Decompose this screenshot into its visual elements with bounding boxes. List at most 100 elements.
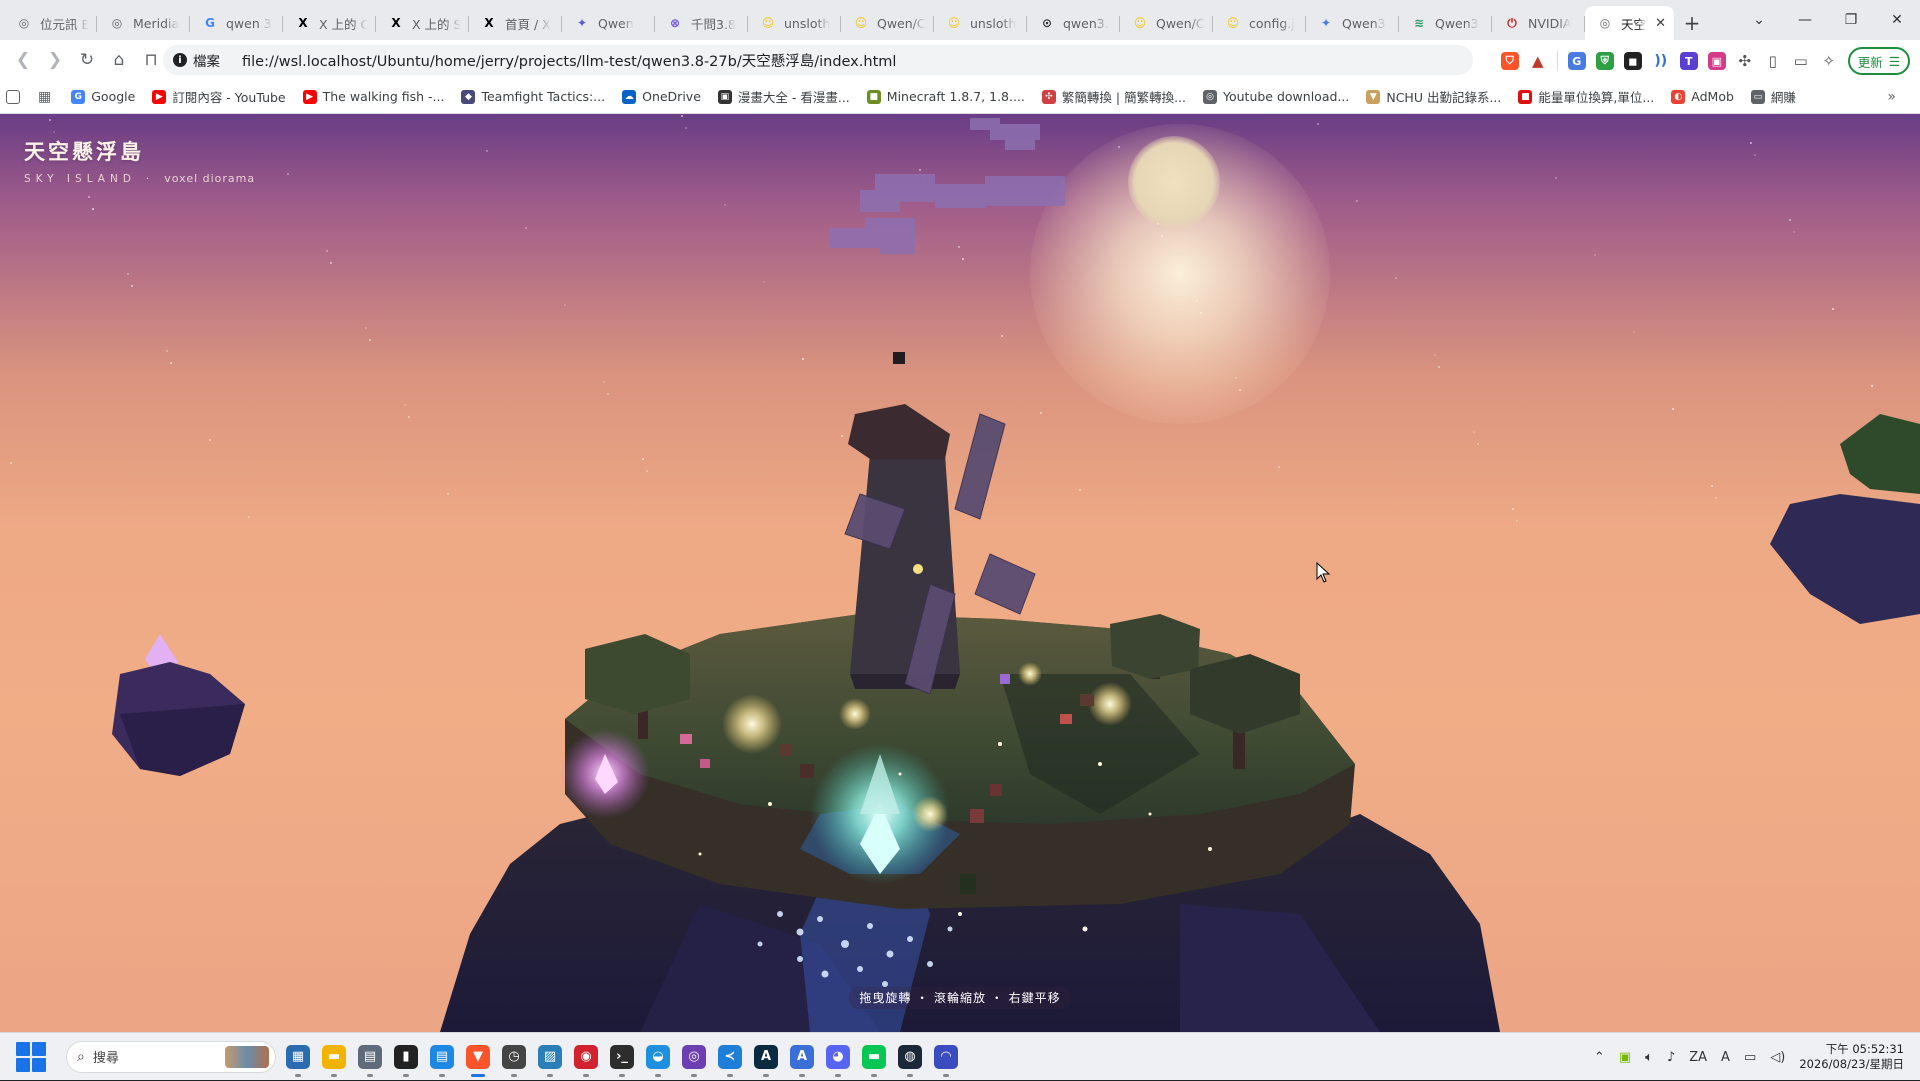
nvidia-icon[interactable]: ▣ <box>1619 1050 1631 1065</box>
language-icon[interactable]: A <box>1721 1050 1730 1065</box>
unreal-app-icon[interactable]: A <box>754 1044 778 1077</box>
clock-app-icon[interactable]: ◷ <box>502 1044 526 1077</box>
sidebar-icon[interactable]: ▯ <box>1764 52 1782 70</box>
chevron-up-icon[interactable]: ⌃ <box>1594 1050 1605 1065</box>
bookmark-item[interactable]: ◆ Teamfight Tactics:... <box>461 89 605 104</box>
bookmark-label: NCHU 出勤記錄系... <box>1386 90 1502 105</box>
start-button[interactable] <box>16 1041 46 1072</box>
tab-0[interactable]: ◎ 位元訊 E <box>4 6 97 40</box>
file-explorer-app-icon[interactable]: ▬ <box>322 1044 346 1077</box>
clock[interactable]: 下午 05:52:31 2026/08/23/星期日 <box>1799 1042 1904 1072</box>
back-button[interactable]: ❮ <box>8 45 38 75</box>
headset-app-icon[interactable]: ◠ <box>934 1044 958 1077</box>
adblock-icon[interactable]: ⛨ <box>1595 52 1614 70</box>
brave-shield-icon[interactable]: ⛉ <box>1500 52 1519 70</box>
arc-app-icon[interactable]: A <box>790 1044 814 1077</box>
page-viewport[interactable]: 天空懸浮島 SKY ISLAND · voxel diorama 拖曳旋轉 ・ 滾輪… <box>0 114 1920 1032</box>
tab-13[interactable]: ☺ config.j <box>1213 6 1306 40</box>
tab-1[interactable]: ◎ Meridia <box>97 6 190 40</box>
vscode-app-icon[interactable]: ≺ <box>718 1044 742 1077</box>
video-app-icon[interactable]: ▮ <box>394 1044 418 1077</box>
network-icon[interactable]: ▭ <box>1744 1050 1756 1065</box>
sidebar-toggle-icon[interactable] <box>6 89 26 104</box>
bookmark-item[interactable]: ▭ 網賺 <box>1750 87 1796 106</box>
notes-app-icon[interactable]: ▤ <box>430 1044 454 1077</box>
bookmark-item[interactable]: ◐ AdMob <box>1671 89 1734 104</box>
bookmark-item[interactable]: ☁ OneDrive <box>622 89 701 104</box>
brave-browser-app-icon[interactable]: ▼ <box>466 1044 490 1077</box>
ime-icon[interactable]: ZA <box>1689 1050 1707 1065</box>
tab-7[interactable]: ⊗ 千問3.8 <box>655 6 748 40</box>
tab-title: Qwen <box>598 15 634 31</box>
terminal-app-icon[interactable]: ›_ <box>610 1044 634 1077</box>
taskbar-search[interactable]: ⌕ 搜尋 <box>66 1040 276 1073</box>
tab-10[interactable]: ☺ unsloth <box>934 6 1027 40</box>
more-bookmarks-icon[interactable]: » <box>1887 89 1896 105</box>
discord-app-icon[interactable]: ◕ <box>826 1044 850 1077</box>
bookmark-item[interactable]: ■ Minecraft 1.8.7, 1.8.... <box>866 89 1025 104</box>
leo-ai-icon[interactable]: ✧ <box>1820 52 1838 70</box>
bookmark-item[interactable]: G Google <box>71 89 135 104</box>
bookmark-item[interactable]: ▣ 漫畫大全 - 看漫畫... <box>717 87 850 106</box>
bookmark-icon[interactable]: ⊓ <box>136 45 166 75</box>
tab-9[interactable]: ☺ Qwen/C <box>841 6 934 40</box>
huggingface-icon: ☺ <box>947 16 961 30</box>
home-icon[interactable]: ⌂ <box>104 45 134 75</box>
edge-app-icon[interactable]: ◒ <box>646 1044 670 1077</box>
bookmark-label: Teamfight Tactics:... <box>481 89 606 104</box>
tab-4[interactable]: X X 上的 S <box>376 6 469 40</box>
address-bar[interactable]: i 檔案 file://wsl.localhost/Ubuntu/home/je… <box>163 45 1473 75</box>
reload-button[interactable]: ↻ <box>72 45 102 75</box>
minimize-button[interactable]: — <box>1782 12 1828 28</box>
puzzle-icon[interactable]: ✣ <box>1736 52 1754 70</box>
tab-14[interactable]: ✦ Qwen3 <box>1306 6 1399 40</box>
bookmark-item[interactable]: ▶ The walking fish -... <box>302 89 444 104</box>
microphone-icon[interactable]: ♪ <box>1667 1050 1675 1065</box>
tab-5[interactable]: X 首頁 / X <box>469 6 562 40</box>
tab-6[interactable]: ✦ Qwen <box>562 6 655 40</box>
steam-app-icon[interactable]: ◍ <box>898 1044 922 1077</box>
photos-app-icon[interactable]: ▨ <box>538 1044 562 1077</box>
speaker-icon[interactable]: 🔈︎ <box>1645 1050 1653 1065</box>
line-app-icon[interactable]: ▬ <box>862 1044 886 1077</box>
audio-icon[interactable]: )) <box>1652 52 1670 70</box>
volume-icon[interactable]: ◁) <box>1770 1050 1785 1065</box>
tab-8[interactable]: ☺ unsloth <box>748 6 841 40</box>
update-button[interactable]: 更新 ☰ <box>1847 47 1910 75</box>
translate-icon[interactable]: G <box>1567 52 1586 70</box>
obs-app-icon[interactable]: ◎ <box>682 1044 706 1077</box>
media-app-icon[interactable]: ◉ <box>574 1044 598 1077</box>
calculator-app-icon[interactable]: ▤ <box>358 1044 382 1077</box>
tab-3[interactable]: X X 上的 C <box>283 6 376 40</box>
tab-12[interactable]: ☺ Qwen/C <box>1120 6 1213 40</box>
bookmark-item[interactable]: ◎ Youtube download... <box>1203 89 1349 104</box>
rewards-icon[interactable]: ▲ <box>1529 52 1547 70</box>
manga-icon: ▣ <box>717 89 732 104</box>
bookmark-item[interactable]: ■ 能量單位換算,單位... <box>1518 87 1654 106</box>
close-window-button[interactable]: ✕ <box>1874 12 1920 28</box>
new-tab-button[interactable]: + <box>1674 6 1710 40</box>
bookmark-item[interactable]: ▼ NCHU 出勤記錄系... <box>1366 87 1501 106</box>
bookmark-label: OneDrive <box>642 89 701 104</box>
tab-title: Meridia <box>133 15 180 31</box>
url-text[interactable]: file://wsl.localhost/Ubuntu/home/jerry/p… <box>242 50 896 71</box>
info-icon[interactable]: i <box>173 53 187 67</box>
tiktok-icon[interactable]: T <box>1679 52 1698 70</box>
tab-15[interactable]: ≋ Qwen3 <box>1399 6 1492 40</box>
bookmark-item[interactable]: ✣ 繁簡轉換 | 簡繁轉換... <box>1041 87 1186 106</box>
close-tab-icon[interactable]: ✕ <box>1651 16 1666 31</box>
bookmark-item[interactable]: ▶ 訂閱內容 - YouTube <box>152 87 286 106</box>
widgets-app-icon[interactable]: ▦ <box>286 1044 310 1077</box>
restore-button[interactable]: ❐ <box>1828 12 1874 28</box>
tab-16[interactable]: ⏻ NVIDIA <box>1492 6 1585 40</box>
tab-17[interactable]: ◎ 天空 ✕ <box>1585 6 1674 40</box>
tab-11[interactable]: ⊙ qwen3. <box>1027 6 1120 40</box>
tab-search-icon[interactable]: ⌄ <box>1736 12 1782 28</box>
apps-grid-icon[interactable]: ▦ <box>38 89 51 105</box>
wallet-icon[interactable]: ▭ <box>1792 52 1810 70</box>
extension-icon[interactable]: ◼ <box>1623 52 1642 70</box>
picture-icon[interactable]: ▣ <box>1707 52 1726 70</box>
forward-button[interactable]: ❯ <box>40 45 70 75</box>
voxel-scene[interactable] <box>0 114 1920 1032</box>
tab-2[interactable]: Gqwen 3 <box>190 6 283 40</box>
